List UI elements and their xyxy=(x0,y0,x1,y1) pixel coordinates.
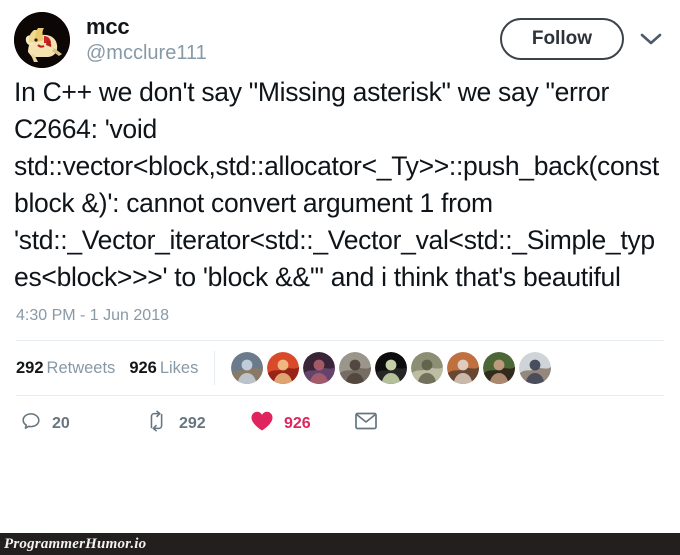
reply-count: 20 xyxy=(52,414,70,432)
liker-avatar-list xyxy=(215,352,552,384)
like-count: 926 xyxy=(284,414,311,432)
tweet-action-bar: 20 292 926 xyxy=(0,396,680,437)
retweets-number: 292 xyxy=(16,358,44,377)
retweets-count[interactable]: 292 Retweets xyxy=(16,359,115,378)
heart-icon xyxy=(250,410,274,437)
likes-label: Likes xyxy=(159,358,199,377)
liker-avatar-2[interactable] xyxy=(267,352,300,384)
likes-count[interactable]: 926 Likes xyxy=(129,359,198,378)
user-avatar-pony-icon[interactable] xyxy=(14,12,70,68)
liker-avatar-4[interactable] xyxy=(339,352,372,384)
reply-action[interactable]: 20 xyxy=(20,410,145,437)
watermark-text: ProgrammerHumor.io xyxy=(4,535,147,552)
liker-avatar-5[interactable] xyxy=(375,352,408,384)
chevron-down-icon[interactable] xyxy=(638,26,664,52)
tweet-text: In C++ we don't say "Missing asterisk" w… xyxy=(14,77,666,292)
engagement-counts: 292 Retweets 926 Likes xyxy=(16,351,216,385)
message-action[interactable] xyxy=(355,411,377,436)
liker-avatar-9[interactable] xyxy=(519,352,552,384)
display-name: mcc xyxy=(86,14,130,39)
follow-button[interactable]: Follow xyxy=(499,18,624,60)
liker-avatar-1[interactable] xyxy=(231,352,264,384)
retweet-action[interactable]: 292 xyxy=(145,410,250,437)
reply-icon xyxy=(20,410,42,437)
user-identity: mcc @mcclure111 xyxy=(86,12,500,66)
liker-avatar-7[interactable] xyxy=(447,352,480,384)
retweets-label: Retweets xyxy=(46,358,116,377)
envelope-icon xyxy=(355,411,377,436)
liker-avatar-8[interactable] xyxy=(483,352,516,384)
tweet-stats-row: 292 Retweets 926 Likes xyxy=(16,340,664,396)
like-action[interactable]: 926 xyxy=(250,410,355,437)
tweet-header: mcc @mcclure111 Follow xyxy=(0,0,680,72)
liker-avatar-3[interactable] xyxy=(303,352,336,384)
header-actions: Follow xyxy=(499,12,664,60)
likes-number: 926 xyxy=(129,358,157,377)
retweet-icon xyxy=(145,410,169,437)
retweet-count: 292 xyxy=(179,414,206,432)
user-handle: @mcclure111 xyxy=(86,42,207,64)
tweet-card: mcc @mcclure111 Follow In C++ we don't s… xyxy=(0,0,680,555)
liker-avatar-6[interactable] xyxy=(411,352,444,384)
watermark-bar: ProgrammerHumor.io xyxy=(0,533,680,555)
tweet-timestamp[interactable]: 4:30 PM - 1 Jun 2018 xyxy=(0,296,680,326)
